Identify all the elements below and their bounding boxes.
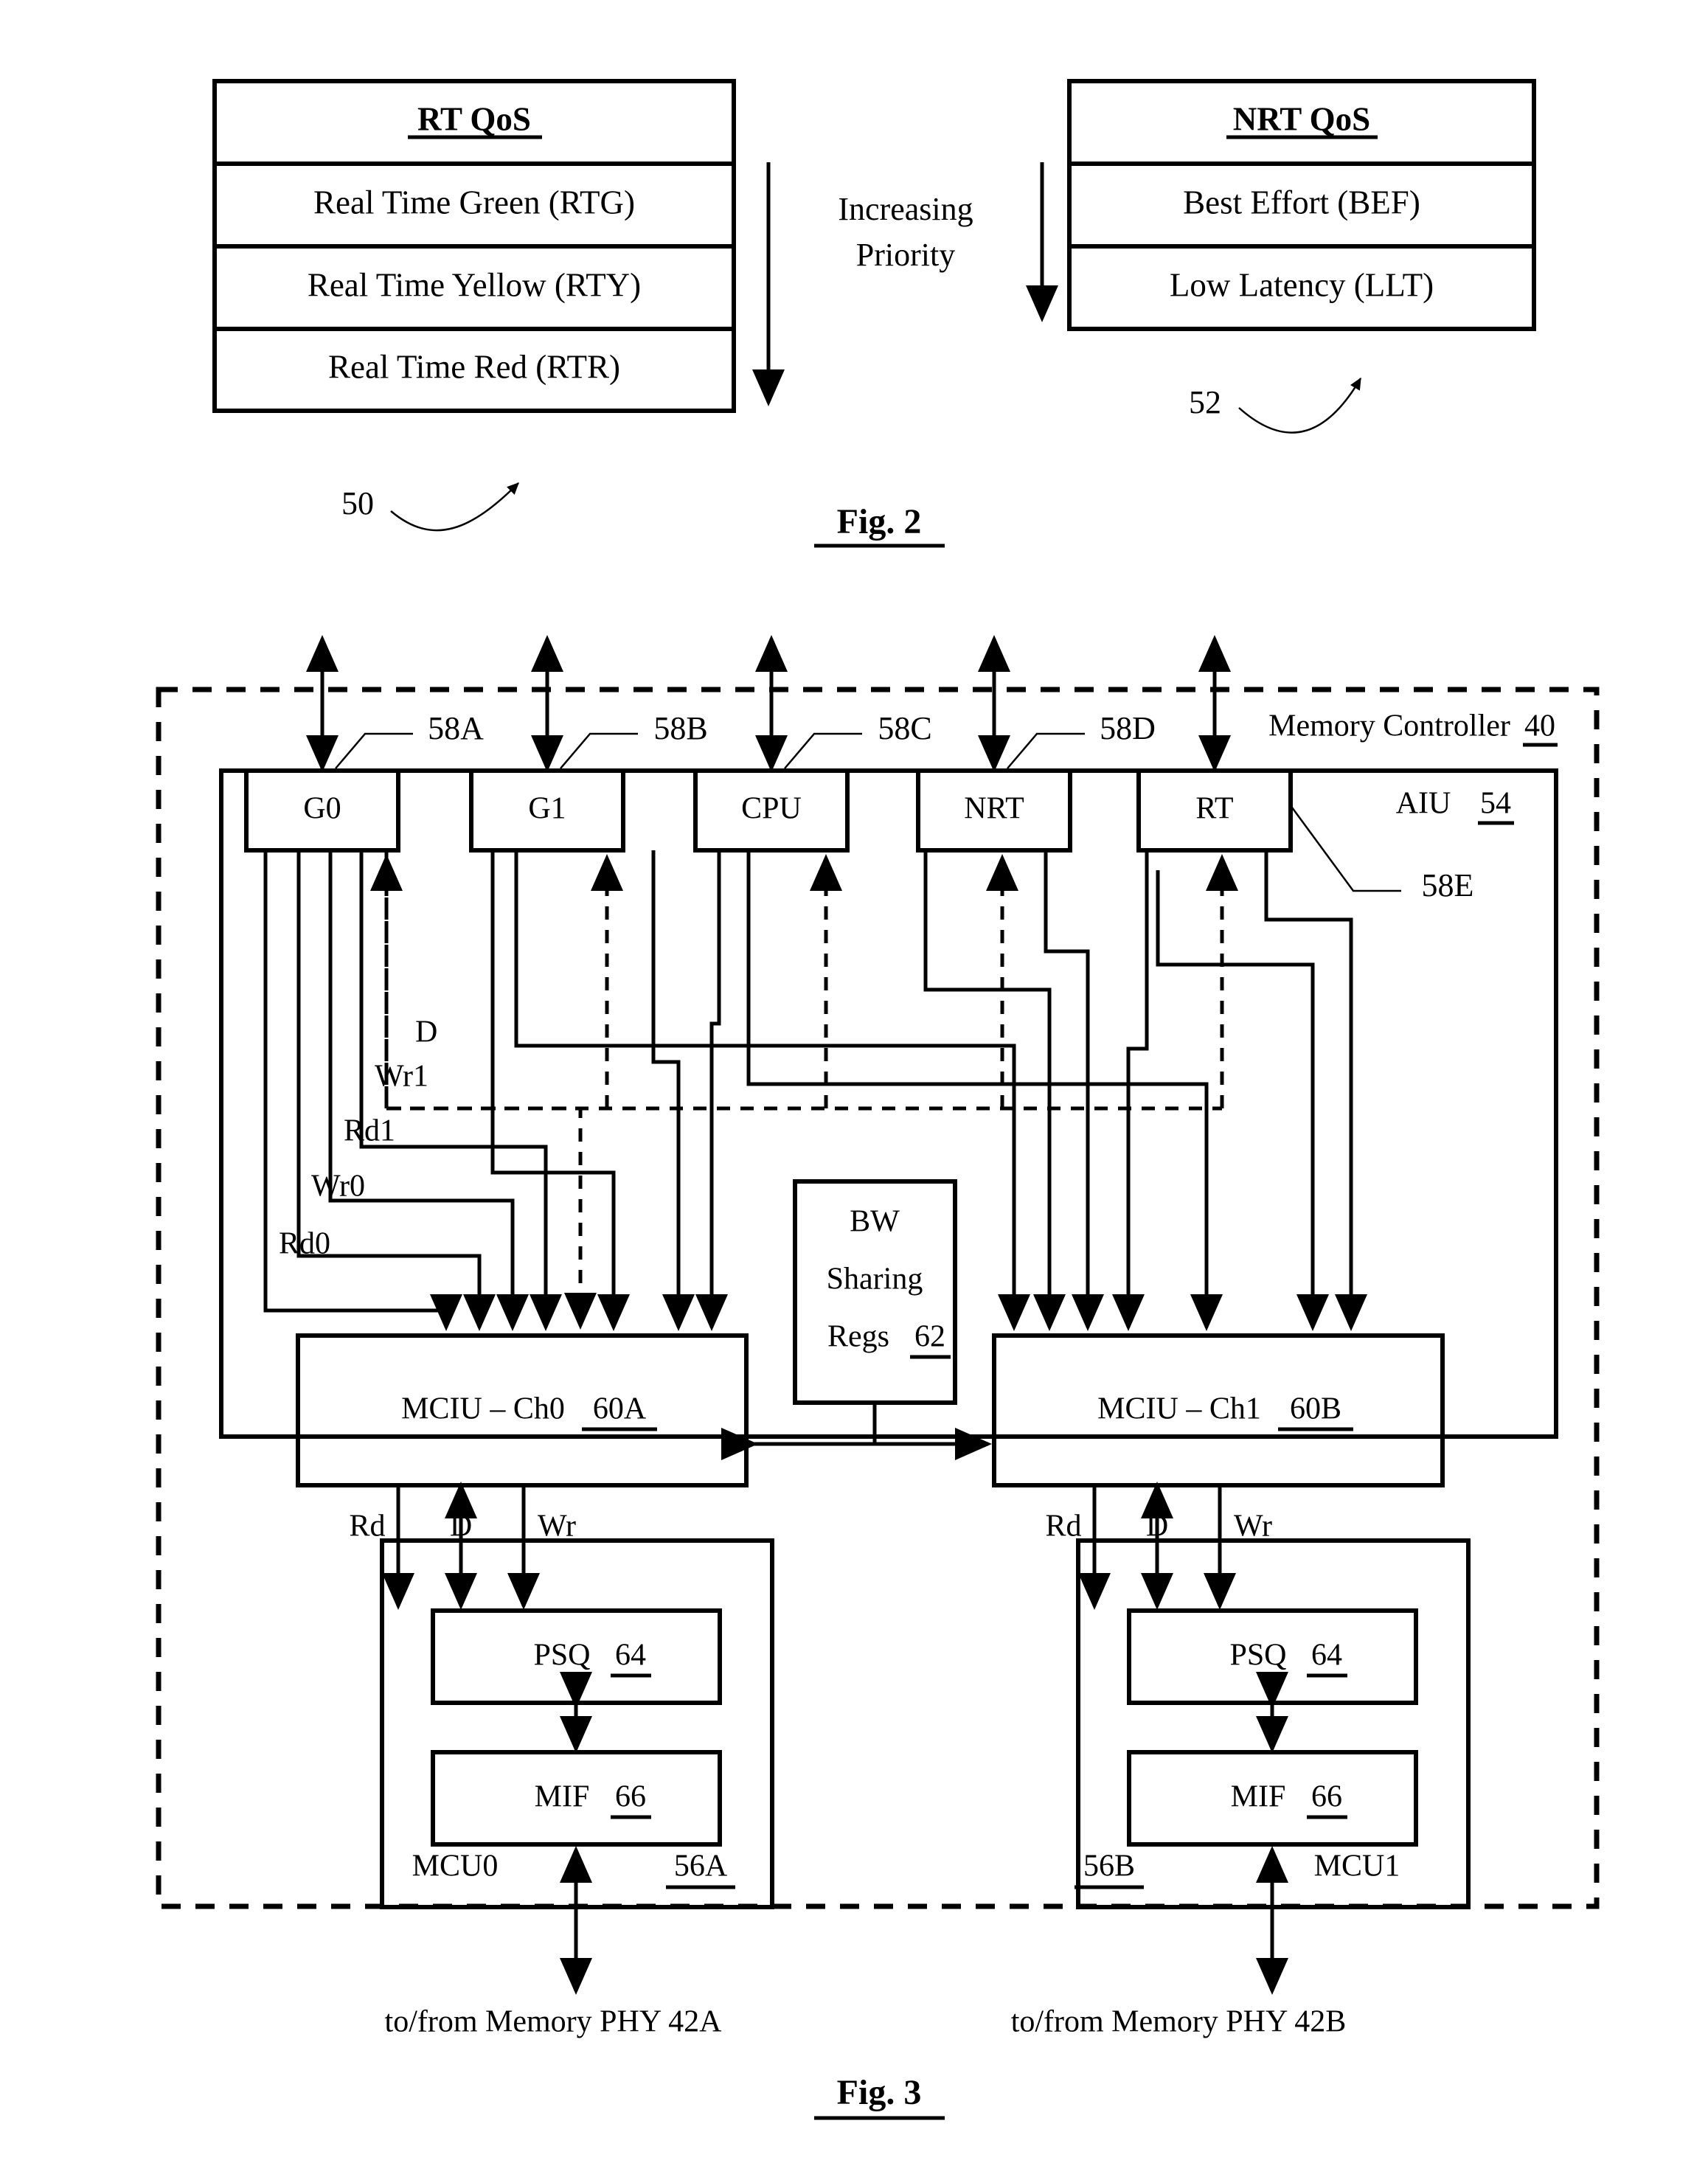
wire-nrt-wr1 <box>1044 850 1105 1331</box>
ch1-label-d: D <box>1146 1510 1168 1544</box>
rt-qos-row-1: Real Time Yellow (RTY) <box>308 266 641 303</box>
phy-interface-arrows: to/from Memory PHY 42A to/from Memory PH… <box>385 1846 1347 2039</box>
bw-sharing-regs-block[interactable]: BW Sharing Regs 62 <box>721 1179 992 1460</box>
memory-controller-ref: 40 <box>1524 709 1555 743</box>
aiu-label: AIU <box>1396 787 1451 821</box>
priority-note-line1: Increasing <box>838 191 973 227</box>
mcu0-mif-label: MIF <box>535 1780 590 1814</box>
rt-qos-table: RT QoS Real Time Green (RTG) Real Time Y… <box>212 79 736 413</box>
data-bus-dashed <box>369 854 1238 1111</box>
mcu0-name: MCU0 <box>412 1850 499 1883</box>
ch0-label-wr: Wr <box>538 1510 576 1544</box>
phy-label-b: to/from Memory PHY 42B <box>1011 2005 1347 2039</box>
ref-50: 50 <box>341 485 374 521</box>
wire-cpu-rd0 <box>651 850 695 1331</box>
phy-label-a: to/from Memory PHY 42A <box>385 2005 723 2039</box>
signal-label-wr1: Wr1 <box>375 1060 428 1094</box>
aiu-to-mciu-wires-right <box>514 850 1368 1331</box>
increasing-priority-annotation: Increasing Priority <box>752 162 1059 406</box>
bw-sharing-line1: BW <box>850 1205 900 1239</box>
wire-rt-wr1 <box>1264 850 1368 1331</box>
wire-g1-ch1 <box>514 850 1031 1331</box>
aiu-port-nrt[interactable]: NRT <box>916 768 1072 853</box>
mcu1-ref: 56B <box>1083 1850 1135 1883</box>
nrt-qos-header: NRT QoS <box>1233 100 1370 137</box>
ch0-label-d: D <box>450 1510 472 1544</box>
signal-label-d: D <box>415 1015 437 1049</box>
signal-label-rd0: Rd0 <box>279 1227 330 1261</box>
ref-50-leader <box>390 482 519 532</box>
signal-label-rd1: Rd1 <box>344 1114 395 1148</box>
aiu-port-g0-label: G0 <box>303 792 341 826</box>
rt-qos-row-0: Real Time Green (RTG) <box>313 184 635 221</box>
aiu-port-g1[interactable]: G1 <box>469 768 625 853</box>
ref-52: 52 <box>1189 384 1221 420</box>
figure-canvas: RT QoS Real Time Green (RTG) Real Time Y… <box>156 79 1600 2120</box>
mciu-ch0-ref: 60A <box>593 1392 647 1426</box>
mciu-ch0-label: MCIU – Ch0 <box>401 1392 565 1426</box>
ref-58C: 58C <box>878 710 931 746</box>
mcu1-psq-ref: 64 <box>1311 1639 1342 1673</box>
wire-rt-rd1 <box>1112 850 1149 1331</box>
mciu-ch1-label: MCIU – Ch1 <box>1097 1392 1261 1426</box>
mcu0-ref: 56A <box>674 1850 728 1883</box>
mcu0-psq-label: PSQ <box>533 1639 590 1673</box>
memory-controller-label: Memory Controller <box>1268 709 1510 743</box>
fig2-label: Fig. 2 <box>837 502 922 541</box>
mcu0-mif-ref: 66 <box>615 1780 646 1814</box>
signal-label-wr0: Wr0 <box>311 1170 365 1204</box>
mcu1-name: MCU1 <box>1314 1850 1400 1883</box>
aiu-ref: 54 <box>1480 787 1511 821</box>
aiu-port-nrt-label: NRT <box>964 792 1024 826</box>
wire-cpu-ch1 <box>746 850 1223 1331</box>
aiu-port-cpu-label: CPU <box>741 792 802 826</box>
wire-cpu-wr0 <box>695 850 729 1331</box>
bw-sharing-ref: 62 <box>914 1320 945 1354</box>
memory-controller-boundary <box>156 687 1600 1909</box>
patent-figure-sheet: RT QoS Real Time Green (RTG) Real Time Y… <box>0 0 1708 2177</box>
nrt-qos-row-1: Low Latency (LLT) <box>1170 266 1434 303</box>
signal-name-labels: D Wr1 Rd1 Wr0 Rd0 <box>279 1015 437 1261</box>
mciu-ch1-block[interactable]: MCIU – Ch1 60B <box>992 1333 1445 1487</box>
ref-58B: 58B <box>653 710 707 746</box>
mcu1-psq-label: PSQ <box>1229 1639 1286 1673</box>
priority-note-line2: Priority <box>856 237 955 273</box>
ch1-label-wr: Wr <box>1234 1510 1272 1544</box>
ch1-label-rd: Rd <box>1045 1510 1081 1544</box>
aiu-port-rt[interactable]: RT <box>1136 768 1293 853</box>
nrt-qos-row-0: Best Effort (BEF) <box>1183 184 1420 221</box>
mcu0-psq-ref: 64 <box>615 1639 646 1673</box>
aiu-to-mciu-wires-mid <box>490 850 729 1331</box>
mciu-ch1-ref: 60B <box>1290 1392 1341 1426</box>
ref-58D: 58D <box>1100 710 1156 746</box>
fig3-label: Fig. 3 <box>837 2073 922 2112</box>
mciu-ch0-block[interactable]: MCIU – Ch0 60A <box>296 1333 749 1487</box>
rt-qos-header: RT QoS <box>417 100 531 137</box>
aiu-port-g0[interactable]: G0 <box>244 768 400 853</box>
mcu1-mif-ref: 66 <box>1311 1780 1342 1814</box>
nrt-qos-table: NRT QoS Best Effort (BEF) Low Latency (L… <box>1067 79 1536 331</box>
wire-nrt-rd1 <box>923 850 1066 1331</box>
mcu1-mif-label: MIF <box>1231 1780 1286 1814</box>
aiu-port-cpu[interactable]: CPU <box>693 768 850 853</box>
bw-sharing-line3: Regs <box>827 1320 889 1354</box>
wire-rt-extra <box>1156 870 1330 1331</box>
rt-qos-row-2: Real Time Red (RTR) <box>328 348 620 385</box>
aiu-port-g1-label: G1 <box>528 792 566 826</box>
aiu-port-rt-label: RT <box>1195 792 1233 826</box>
ref-52-leader <box>1238 377 1362 434</box>
bw-sharing-line2: Sharing <box>827 1263 923 1296</box>
agent-interface-arrows <box>305 635 1232 772</box>
ref-58A: 58A <box>428 710 484 746</box>
ch0-label-rd: Rd <box>349 1510 385 1544</box>
fig2-reference-numerals: 50 52 Fig. 2 <box>341 377 1362 548</box>
ref-58E: 58E <box>1422 867 1474 903</box>
